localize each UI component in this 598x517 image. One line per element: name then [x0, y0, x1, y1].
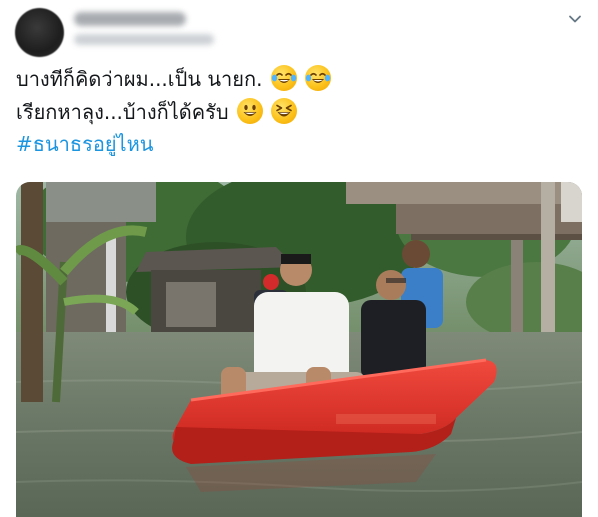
- hashtag-link[interactable]: #ธนาธรอยู่ไหน: [16, 130, 153, 158]
- tweet-text-1: บางทีก็คิดว่าผม...เป็น นายก.: [16, 67, 263, 91]
- tweet-card: บางทีก็คิดว่าผม...เป็น นายก. เรียกหาลุง.…: [0, 0, 598, 517]
- tears-of-joy-emoji: [305, 65, 332, 91]
- flood-boat-photo: [16, 182, 582, 517]
- tweet-text-line-2: เรียกหาลุง...บ้างก็ได้ครับ: [16, 98, 298, 126]
- grinning-face-emoji: [236, 98, 263, 124]
- author-handle-blurred: [74, 34, 214, 45]
- squinting-laughing-face-emoji: [271, 98, 298, 124]
- tweet-text-2: เรียกหาลุง...บ้างก็ได้ครับ: [16, 100, 229, 124]
- avatar[interactable]: [15, 8, 64, 57]
- author-name-blurred[interactable]: [74, 12, 186, 26]
- tweet-text-line-1: บางทีก็คิดว่าผม...เป็น นายก.: [16, 65, 332, 93]
- tears-of-joy-emoji: [270, 65, 297, 91]
- tweet-photo[interactable]: [16, 182, 582, 517]
- chevron-down-icon[interactable]: [566, 10, 584, 28]
